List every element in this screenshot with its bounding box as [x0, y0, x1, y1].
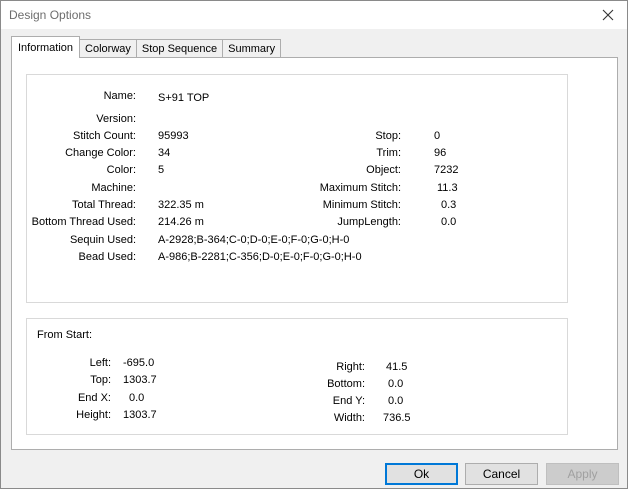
tab-summary[interactable]: Summary	[222, 39, 282, 58]
object-label: Object:	[366, 164, 401, 176]
title-bar: Design Options	[1, 1, 627, 29]
bottom-label: Bottom:	[327, 378, 365, 390]
height-label: Height:	[76, 409, 111, 421]
version-label: Version:	[96, 113, 136, 125]
right-value: 41.5	[386, 361, 408, 373]
end-y-value: 0.0	[388, 395, 404, 407]
from-start-heading: From Start:	[37, 329, 93, 341]
top-value: 1303.7	[123, 374, 157, 386]
width-label: Width:	[333, 412, 365, 424]
minimum-stitch-label: Minimum Stitch:	[322, 199, 401, 211]
stitch-count-label: Stitch Count:	[73, 130, 136, 142]
top-label: Top:	[90, 374, 111, 386]
design-info-group: Name: S+91 TOP Version: Stitch Count: 95…	[26, 74, 568, 303]
machine-label: Machine:	[91, 182, 136, 194]
right-label: Right:	[336, 361, 365, 373]
sequin-used-value: A-2928;B-364;C-0;D-0;E-0;F-0;G-0;H-0	[158, 234, 350, 246]
maximum-stitch-label: Maximum Stitch:	[319, 182, 401, 194]
from-start-group: From Start: Left: -695.0 Top: 1303.7 End…	[26, 318, 568, 435]
tab-strip: Information Colorway Stop Sequence Summa…	[11, 36, 282, 58]
ok-button[interactable]: Ok	[385, 463, 458, 485]
left-label: Left:	[89, 357, 111, 369]
height-value: 1303.7	[123, 409, 157, 421]
tab-stop-sequence[interactable]: Stop Sequence	[135, 39, 224, 58]
tab-colorway[interactable]: Colorway	[79, 39, 137, 58]
sequin-used-label: Sequin Used:	[69, 234, 136, 246]
color-value: 5	[158, 164, 165, 176]
cancel-button[interactable]: Cancel	[465, 463, 538, 485]
end-x-label: End X:	[77, 392, 111, 404]
end-y-label: End Y:	[332, 395, 365, 407]
total-thread-label: Total Thread:	[71, 199, 136, 211]
left-value: -695.0	[123, 357, 155, 369]
bottom-thread-label: Bottom Thread Used:	[31, 216, 136, 228]
maximum-stitch-value: 11.3	[437, 182, 458, 194]
trim-value: 96	[434, 147, 447, 159]
name-value: S+91 TOP	[158, 92, 210, 104]
jump-length-value: 0.0	[441, 216, 457, 228]
change-color-label: Change Color:	[65, 147, 136, 159]
trim-label: Trim:	[376, 147, 401, 159]
total-thread-value: 322.35 m	[158, 199, 204, 211]
close-icon	[602, 9, 614, 21]
close-button[interactable]	[593, 3, 623, 27]
bottom-thread-value: 214.26 m	[158, 216, 204, 228]
end-x-value: 0.0	[129, 392, 145, 404]
width-value: 736.5	[383, 412, 411, 424]
design-options-dialog: Design Options Information Colorway Stop…	[0, 0, 628, 489]
color-label: Color:	[106, 164, 136, 176]
stop-value: 0	[434, 130, 441, 142]
bead-used-value: A-986;B-2281;C-356;D-0;E-0;F-0;G-0;H-0	[158, 251, 362, 263]
bottom-value: 0.0	[388, 378, 404, 390]
change-color-value: 34	[158, 147, 171, 159]
name-label: Name:	[103, 90, 136, 102]
stop-label: Stop:	[375, 130, 401, 142]
minimum-stitch-value: 0.3	[441, 199, 457, 211]
stitch-count-value: 95993	[158, 130, 189, 142]
object-value: 7232	[434, 164, 459, 176]
apply-button[interactable]: Apply	[546, 463, 619, 485]
information-panel: Name: S+91 TOP Version: Stitch Count: 95…	[11, 57, 618, 450]
tab-information[interactable]: Information	[11, 36, 81, 58]
bead-used-label: Bead Used:	[78, 251, 136, 263]
jump-length-label: JumpLength:	[337, 216, 401, 228]
window-title: Design Options	[9, 8, 92, 22]
